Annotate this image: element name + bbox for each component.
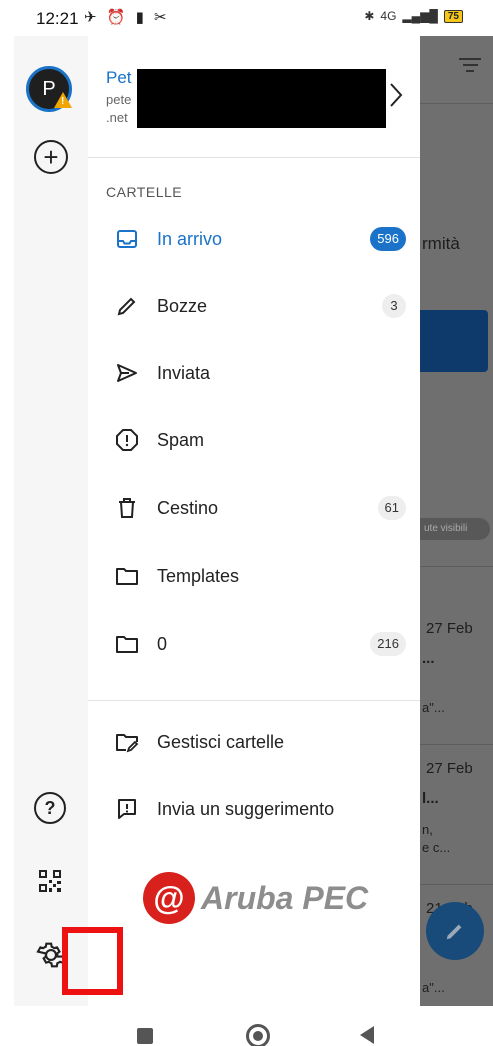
trash-icon <box>114 495 140 521</box>
account-email: pete <box>106 92 132 107</box>
add-account-button[interactable]: + <box>34 140 68 174</box>
account-rail: P ! + ? <box>14 36 88 1006</box>
status-time: 12:21 <box>36 9 79 28</box>
pencil-icon <box>446 924 462 940</box>
spam-icon <box>114 427 140 453</box>
folder-0[interactable]: 0 216 <box>88 618 420 670</box>
battery-icon: 75 <box>443 9 463 23</box>
manage-folders-button[interactable]: Gestisci cartelle <box>88 716 420 768</box>
folder-label: Bozze <box>157 295 208 316</box>
recent-apps-button[interactable] <box>137 1028 153 1044</box>
account-name: Pet <box>106 68 132 87</box>
drawer-divider <box>88 700 420 701</box>
folder-sent[interactable]: Inviata <box>88 347 420 399</box>
system-navigation-bar <box>0 1006 493 1046</box>
account-header[interactable]: Pet pete .net <box>88 36 420 158</box>
folder-label: Cestino <box>157 497 219 518</box>
background-snippet: e c... <box>422 840 451 855</box>
send-feedback-label: Invia un suggerimento <box>157 798 335 819</box>
background-snippet: a"... <box>422 980 445 995</box>
chevron-right-icon <box>390 83 403 107</box>
folder-spam[interactable]: Spam <box>88 414 420 466</box>
logo-text: Aruba PEC <box>201 880 369 916</box>
filter-icon <box>459 58 481 74</box>
background-pill: ute visibili <box>420 518 490 540</box>
background-mail-list[interactable]: rmità ute visibili 27 Feb ... a"... 27 F… <box>420 36 493 1006</box>
background-text: rmità <box>422 234 460 253</box>
folder-icon <box>114 631 140 657</box>
home-button[interactable] <box>246 1024 270 1046</box>
background-snippet: l... <box>422 790 439 807</box>
pencil-icon <box>114 293 140 319</box>
folder-label: Inviata <box>157 362 211 383</box>
compose-button[interactable] <box>426 902 484 960</box>
folder-edit-icon <box>114 729 140 755</box>
background-snippet: ... <box>422 650 435 667</box>
system-icons: ✱ 4G ▂▄▆█ 75 <box>364 9 463 23</box>
qr-code-icon <box>39 870 61 892</box>
network-label: 4G <box>380 9 397 23</box>
folder-icon <box>114 563 140 589</box>
send-icon <box>114 360 140 386</box>
folder-label: 0 <box>157 633 168 654</box>
background-banner <box>420 310 488 372</box>
plus-icon: + <box>43 142 59 172</box>
background-toolbar <box>420 36 493 104</box>
folder-label: Spam <box>157 429 205 450</box>
status-bar: 12:21 ✈ ⏰ ▮ ✂ ✱ 4G ▂▄▆█ 75 <box>0 0 493 36</box>
notification-icons: ✈ ⏰ ▮ ✂ <box>84 9 170 26</box>
qr-code-button[interactable] <box>39 870 61 892</box>
account-email-domain: .net <box>106 110 128 125</box>
aruba-seal-icon: @ <box>143 872 195 924</box>
back-button[interactable] <box>360 1026 374 1044</box>
folder-templates[interactable]: Templates <box>88 550 420 602</box>
manage-folders-label: Gestisci cartelle <box>157 731 285 752</box>
warning-icon: ! <box>54 92 72 108</box>
count-badge: 3 <box>382 294 406 318</box>
background-snippet: a"... <box>422 700 445 715</box>
folder-trash[interactable]: Cestino 61 <box>88 482 420 534</box>
navigation-drawer: Pet pete .net CARTELLE In arrivo 596 Boz… <box>88 36 420 1006</box>
count-badge: 61 <box>377 496 406 520</box>
background-date: 27 Feb <box>426 760 473 777</box>
folder-inbox[interactable]: In arrivo 596 <box>88 213 420 265</box>
unread-count-badge: 596 <box>370 227 406 251</box>
feedback-icon <box>114 796 140 822</box>
background-date: 27 Feb <box>426 620 473 637</box>
highlight-annotation <box>62 927 123 995</box>
folder-drafts[interactable]: Bozze 3 <box>88 280 420 332</box>
count-badge: 216 <box>370 632 406 656</box>
background-snippet: n, <box>422 822 433 837</box>
aruba-pec-logo: @ Aruba PEC <box>143 870 373 926</box>
bluetooth-icon: ✱ <box>364 9 375 23</box>
folder-label: Templates <box>157 565 240 586</box>
folder-label: In arrivo <box>157 228 223 249</box>
folders-section-title: CARTELLE <box>106 184 183 200</box>
send-feedback-button[interactable]: Invia un suggerimento <box>88 783 420 835</box>
question-icon: ? <box>44 797 56 818</box>
help-button[interactable]: ? <box>34 792 66 824</box>
inbox-icon <box>114 226 140 252</box>
redaction-block <box>137 69 386 128</box>
signal-icon: ▂▄▆█ <box>402 9 438 23</box>
